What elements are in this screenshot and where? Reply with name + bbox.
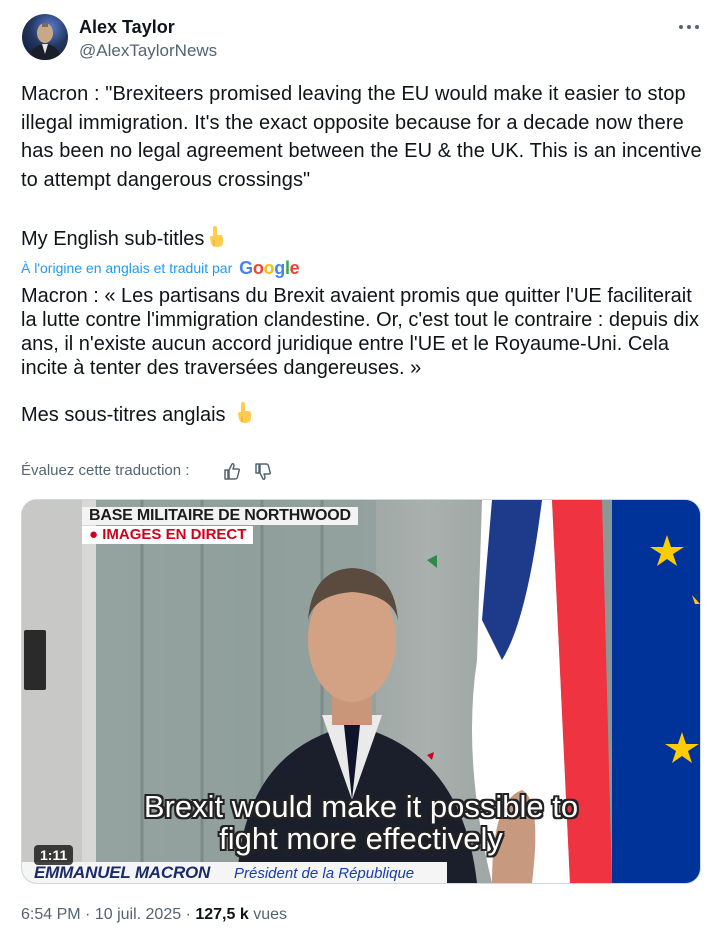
translated-text: Macron : « Les partisans du Brexit avaie…	[21, 285, 705, 379]
thumbs-up-icon[interactable]	[222, 460, 242, 482]
translated-subtitle-line: Mes sous-titres anglais	[21, 401, 254, 432]
video-duration-badge: 1:11	[34, 845, 74, 865]
thumbs-down-icon[interactable]	[253, 460, 273, 482]
translated-subtitle-text: Mes sous-titres anglais	[21, 404, 226, 426]
video-player[interactable]: BASE MILITAIRE DE NORTHWOOD ● IMAGES EN …	[21, 499, 701, 884]
live-banner: ● IMAGES EN DIRECT	[82, 526, 254, 544]
author-name[interactable]: Alex Taylor	[79, 16, 175, 38]
views-count[interactable]: 127,5 k	[195, 906, 248, 923]
tweet-card: Alex Taylor @AlexTaylorNews Macron : "Br…	[0, 0, 724, 931]
video-subtitle-line-1: Brexit would make it possible to	[143, 789, 579, 824]
translation-notice[interactable]: À l'origine en anglais et traduit par Go…	[21, 258, 300, 278]
meta-separator: ·	[85, 906, 91, 923]
backhand-index-pointing-down-icon	[206, 226, 226, 256]
rate-translation-label: Évaluez cette traduction :	[21, 462, 190, 479]
tweet-text: Macron : "Brexiteers promised leaving th…	[21, 83, 708, 191]
tweet-date[interactable]: 10 juil. 2025	[95, 906, 181, 923]
tweet-subtitle-line: My English sub-titles	[21, 225, 226, 256]
google-logo: Google	[239, 258, 300, 278]
author-handle[interactable]: @AlexTaylorNews	[79, 40, 217, 62]
lower-third: EMMANUEL MACRON Président de la Républiq…	[22, 862, 447, 883]
tweet-meta: 6:54 PM · 10 juil. 2025 · 127,5 k vues	[21, 904, 287, 926]
subtitle-line-text: My English sub-titles	[21, 228, 205, 250]
speaker-role: Président de la République	[234, 865, 415, 882]
speaker-name: EMMANUEL MACRON	[34, 863, 211, 882]
backhand-index-pointing-down-icon	[234, 402, 254, 432]
video-subtitle-line-2: fight more effectively	[219, 821, 503, 856]
translation-notice-text: À l'origine en anglais et traduit par	[21, 260, 233, 276]
avatar[interactable]	[22, 14, 68, 60]
more-options-icon[interactable]	[678, 18, 700, 36]
location-banner: BASE MILITAIRE DE NORTHWOOD	[82, 507, 358, 525]
views-label: vues	[253, 906, 287, 923]
meta-separator: ·	[185, 906, 191, 923]
tweet-time[interactable]: 6:54 PM	[21, 906, 81, 923]
